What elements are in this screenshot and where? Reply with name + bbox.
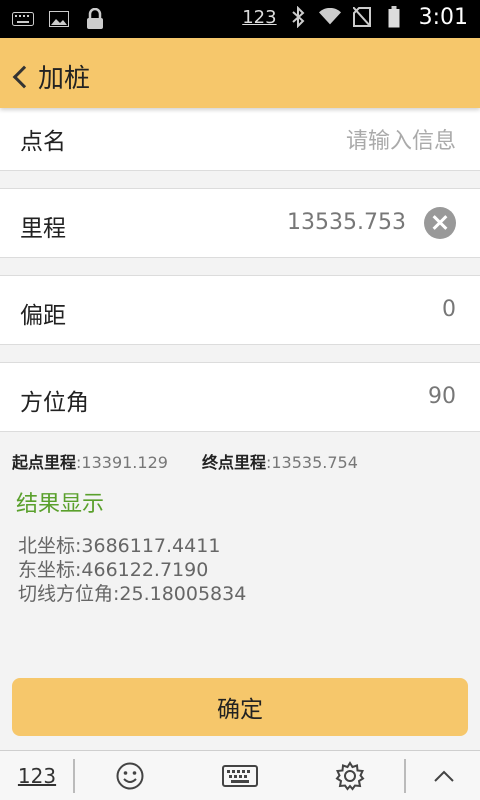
number-mode-button[interactable]: 123 [14,759,60,793]
battery-icon [383,4,405,30]
chevron-up-icon[interactable] [428,759,460,793]
clock: 3:01 [418,4,468,30]
emoji-icon[interactable] [110,759,150,793]
result-list: 北坐标:3686117.4411 东坐标:466122.7190 切线方位角:2… [18,534,246,606]
keyboard-icon [12,6,34,32]
gear-icon[interactable] [330,759,370,793]
app-bar: 加桩 [0,38,480,108]
divider [404,759,406,793]
north-coordinate: 北坐标:3686117.4411 [18,535,221,557]
field-azimuth[interactable]: 方位角 90 [0,362,480,432]
keyboard-icon[interactable] [218,759,262,793]
wifi-icon [318,4,341,30]
field-offset[interactable]: 偏距 0 [0,275,480,345]
field-label: 里程 [20,216,66,242]
point-name-input[interactable]: 请输入信息 [346,123,456,155]
bluetooth-icon [287,4,309,30]
result-title: 结果显示 [16,492,105,517]
field-label: 点名 [20,129,66,155]
status-bar: 123 3:01 [0,0,480,38]
back-button[interactable]: 加桩 [8,58,90,95]
east-coordinate: 东坐标:466122.7190 [18,559,209,581]
confirm-button[interactable]: 确定 [12,678,468,736]
field-label: 偏距 [20,303,66,329]
field-mileage[interactable]: 里程 13535.753 [0,188,480,258]
page-title: 加桩 [38,64,91,94]
tangent-azimuth: 切线方位角:25.18005834 [18,583,247,605]
chevron-left-icon [12,65,36,88]
divider [73,759,75,793]
end-mileage: 终点里程:13535.754 [201,453,358,472]
no-sim-icon [351,4,373,30]
clear-icon[interactable] [424,207,456,239]
mileage-range: 起点里程:13391.129 终点里程:13535.754 [12,449,358,473]
start-mileage: 起点里程:13391.129 [12,453,168,472]
keyboard-toolbar: 123 [0,750,480,800]
field-point-name[interactable]: 点名 请输入信息 [0,102,480,171]
image-icon [48,6,70,32]
lock-icon [84,6,106,32]
field-label: 方位角 [20,390,89,416]
offset-input[interactable]: 0 [442,297,456,322]
input-mode-indicator: 123 [242,6,277,28]
mileage-input[interactable]: 13535.753 [287,210,406,235]
azimuth-input[interactable]: 90 [428,384,456,409]
